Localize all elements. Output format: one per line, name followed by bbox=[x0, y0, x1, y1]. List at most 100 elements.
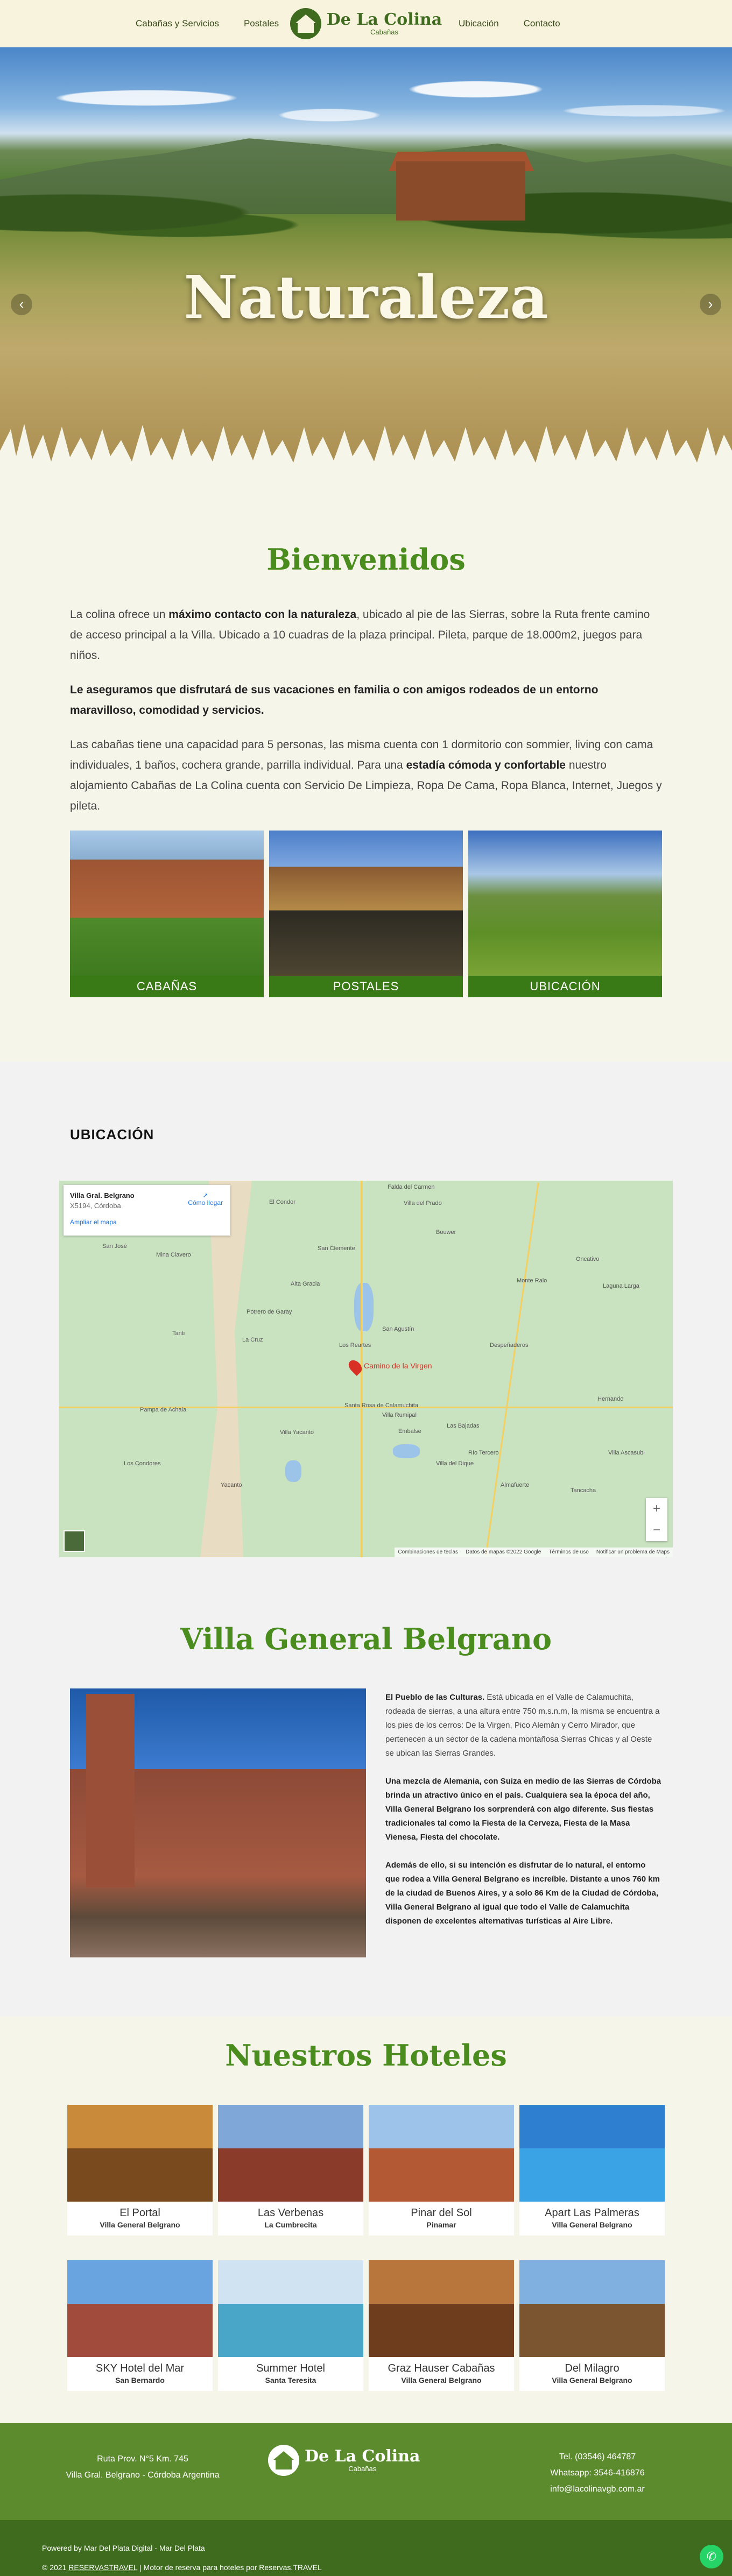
map-place: Hernando bbox=[597, 1396, 624, 1402]
hotel-card[interactable]: Graz Hauser Cabañas Villa General Belgran… bbox=[369, 2260, 514, 2391]
card-ubicacion[interactable]: UBICACIÓN bbox=[468, 831, 662, 997]
villa-title: Villa General Belgrano bbox=[180, 1622, 552, 1656]
hotel-image bbox=[218, 2105, 363, 2202]
cabin-image bbox=[396, 161, 525, 221]
map-place: Alta Gracia bbox=[291, 1281, 320, 1287]
villa-section: Villa General Belgrano El Pueblo de las … bbox=[0, 1595, 732, 2017]
welcome-title: Bienvenidos bbox=[266, 542, 466, 577]
whatsapp-icon[interactable]: ✆ bbox=[700, 2545, 723, 2568]
footer-whatsapp[interactable]: Whatsapp: 3546-416876 bbox=[550, 2468, 644, 2478]
hotel-image bbox=[67, 2260, 213, 2357]
hotel-image bbox=[519, 2260, 665, 2357]
hotel-name: Pinar del Sol bbox=[411, 2207, 472, 2219]
map-place: Falda del Carmen bbox=[388, 1184, 435, 1190]
card-cabanas[interactable]: CABAÑAS bbox=[70, 831, 264, 997]
site-header: Cabañas y Servicios Postales De La Colin… bbox=[0, 0, 732, 47]
map-place: Almafuerte bbox=[501, 1482, 530, 1488]
map-place: Embalse bbox=[398, 1428, 421, 1435]
map-place: El Condor bbox=[269, 1199, 295, 1205]
google-map[interactable]: El Condor Falda del Carmen Villa del Pra… bbox=[59, 1181, 673, 1557]
hotel-location: Santa Teresita bbox=[265, 2376, 316, 2385]
card-label: UBICACIÓN bbox=[468, 976, 662, 997]
hotel-location: La Cumbrecita bbox=[264, 2220, 317, 2229]
grass-divider bbox=[0, 424, 732, 478]
map-place: Pampa de Achala bbox=[140, 1407, 187, 1413]
expand-map-link[interactable]: Ampliar el mapa bbox=[70, 1218, 224, 1226]
site-logo[interactable]: De La Colina Cabañas bbox=[290, 8, 442, 39]
chevron-right-icon[interactable]: › bbox=[700, 294, 721, 315]
map-place: Villa Yacanto bbox=[280, 1429, 314, 1436]
hotel-card[interactable]: Pinar del Sol Pinamar bbox=[369, 2105, 514, 2236]
powered-by: Powered by Mar Del Plata Digital - Mar D… bbox=[42, 2544, 205, 2552]
welcome-text: La colina ofrece un máximo contacto con … bbox=[70, 605, 662, 817]
hotel-card[interactable]: El Portal Villa General Belgrano bbox=[67, 2105, 213, 2236]
hotel-card[interactable]: Apart Las Palmeras Villa General Belgrano bbox=[519, 2105, 665, 2236]
hotel-location: Villa General Belgrano bbox=[401, 2376, 482, 2385]
villa-paragraph-2: Una mezcla de Alemania, con Suiza en med… bbox=[385, 1777, 661, 1842]
hotel-card[interactable]: Las Verbenas La Cumbrecita bbox=[218, 2105, 363, 2236]
welcome-paragraph-2: Le aseguramos que disfrutará de sus vaca… bbox=[70, 684, 599, 716]
card-label: CABAÑAS bbox=[70, 976, 264, 997]
logo-title: De La Colina bbox=[326, 10, 442, 29]
hero-slider: Naturaleza ‹ › bbox=[0, 47, 732, 478]
hotel-location: Pinamar bbox=[426, 2220, 456, 2229]
map-place: Despeñaderos bbox=[490, 1342, 529, 1349]
zoom-in-button[interactable]: + bbox=[646, 1498, 667, 1520]
map-pin-label: Camino de la Virgen bbox=[364, 1361, 432, 1370]
map-place: Río Tercero bbox=[468, 1450, 499, 1456]
footer-contact: Tel. (03546) 464787 Whatsapp: 3546-41687… bbox=[517, 2449, 678, 2497]
chevron-left-icon[interactable]: ‹ bbox=[11, 294, 32, 315]
footer-address: Ruta Prov. N°5 Km. 745 Villa Gral. Belgr… bbox=[66, 2454, 220, 2480]
map-place: Monte Ralo bbox=[517, 1278, 547, 1284]
villa-paragraph-1: El Pueblo de las Culturas. Está ubicada … bbox=[385, 1693, 660, 1758]
map-place: Villa del Dique bbox=[436, 1460, 474, 1467]
villa-image bbox=[70, 1688, 366, 1957]
map-place: Mina Clavero bbox=[156, 1252, 191, 1258]
map-place: Las Bajadas bbox=[447, 1423, 480, 1429]
map-place: Oncativo bbox=[576, 1256, 600, 1262]
nav-cabanas[interactable]: Cabañas y Servicios bbox=[136, 18, 219, 29]
nav-right: Ubicación Contacto bbox=[459, 0, 560, 47]
villa-paragraph-3: Además de ello, si su intención es disfr… bbox=[385, 1861, 660, 1926]
hotel-card[interactable]: Del Milagro Villa General Belgrano bbox=[519, 2260, 665, 2391]
hero-title: Naturaleza bbox=[184, 262, 548, 332]
nav-ubicacion[interactable]: Ubicación bbox=[459, 18, 499, 29]
motor-reserva-text: | Motor de reserva para hoteles por Rese… bbox=[139, 2563, 322, 2572]
hotel-name: Summer Hotel bbox=[256, 2362, 325, 2374]
logo-subtitle: Cabañas bbox=[370, 27, 399, 36]
map-place: Santa Rosa de Calamuchita bbox=[344, 1402, 418, 1409]
location-title: UBICACIÓN bbox=[70, 1126, 154, 1142]
map-place: Villa Ascasubi bbox=[608, 1450, 645, 1456]
map-footer: Combinaciones de teclas Datos de mapas ©… bbox=[395, 1548, 673, 1557]
map-place: Bouwer bbox=[436, 1229, 456, 1236]
map-type-toggle[interactable] bbox=[64, 1530, 85, 1552]
footer-email[interactable]: info@lacolinavgb.com.ar bbox=[550, 2485, 644, 2494]
hotel-name: Las Verbenas bbox=[257, 2207, 324, 2219]
hotel-name: Graz Hauser Cabañas bbox=[388, 2362, 495, 2374]
hotels-section: Nuestros Hoteles El Portal Villa General … bbox=[0, 2017, 732, 2423]
zoom-out-button[interactable]: − bbox=[646, 1520, 667, 1541]
nav-left: Cabañas y Servicios Postales bbox=[136, 0, 279, 47]
copyright: © 2021 bbox=[42, 2563, 67, 2572]
cabanas-image bbox=[70, 831, 264, 976]
hotel-card[interactable]: Summer Hotel Santa Teresita bbox=[218, 2260, 363, 2391]
site-footer: Ruta Prov. N°5 Km. 745 Villa Gral. Belgr… bbox=[0, 2423, 732, 2520]
card-postales[interactable]: POSTALES bbox=[269, 831, 463, 997]
hotel-name: El Portal bbox=[119, 2207, 160, 2219]
map-place: Los Condores bbox=[124, 1460, 161, 1467]
map-place: Tanti bbox=[172, 1330, 185, 1337]
map-place: Laguna Larga bbox=[603, 1283, 639, 1289]
nav-contacto[interactable]: Contacto bbox=[524, 18, 560, 29]
hotels-title: Nuestros Hoteles bbox=[225, 2038, 507, 2073]
nav-postales[interactable]: Postales bbox=[244, 18, 279, 29]
hotel-name: Apart Las Palmeras bbox=[545, 2207, 639, 2219]
hotel-location: Villa General Belgrano bbox=[100, 2220, 180, 2229]
hotel-card[interactable]: SKY Hotel del Mar San Bernardo bbox=[67, 2260, 213, 2391]
feature-cards: CABAÑAS POSTALES UBICACIÓN bbox=[70, 831, 662, 997]
directions-button[interactable]: ➚ Cómo llegar bbox=[188, 1191, 223, 1207]
reservas-travel-link[interactable]: RESERVASTRAVEL bbox=[68, 2563, 137, 2572]
map-place: La Cruz bbox=[242, 1337, 263, 1343]
footer-phone[interactable]: Tel. (03546) 464787 bbox=[559, 2452, 636, 2461]
map-place: Yacanto bbox=[221, 1482, 242, 1488]
footer-logo[interactable]: De La Colina Cabañas bbox=[268, 2445, 420, 2476]
